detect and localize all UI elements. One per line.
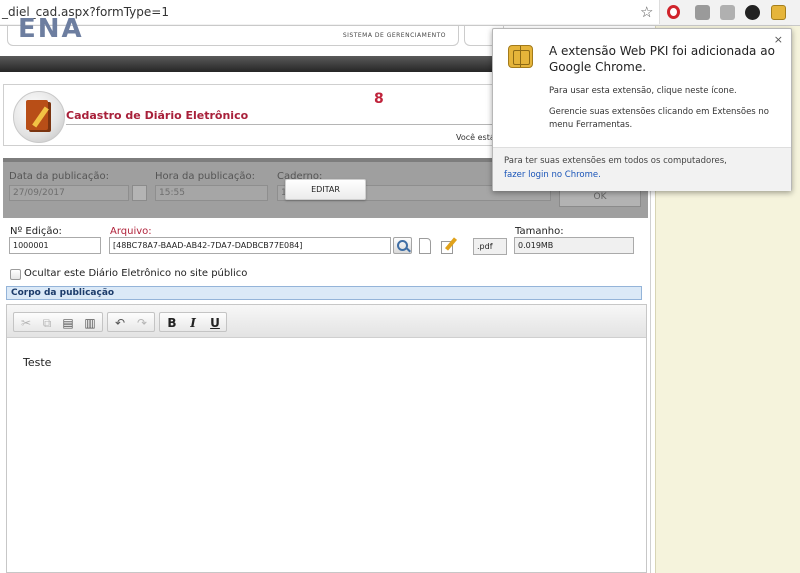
- opera-icon[interactable]: [667, 5, 680, 19]
- popup-footer: Para ter suas extensões em todos os comp…: [493, 147, 791, 191]
- editor-content[interactable]: Teste: [23, 356, 51, 369]
- edition-number-badge: 8: [374, 91, 384, 107]
- corpo-publicacao-header: Corpo da publicação: [6, 286, 642, 300]
- data-publicacao-field: 27/09/2017: [9, 185, 129, 201]
- ocultar-label[interactable]: Ocultar este Diário Eletrônico no site p…: [24, 268, 247, 279]
- edicao-field[interactable]: 1000001: [9, 237, 101, 254]
- tamanho-field: 0.019MB: [514, 237, 634, 254]
- address-bar[interactable]: _diel_cad.aspx?formType=1: [0, 0, 660, 24]
- popup-footer-text: Para ter suas extensões em todos os comp…: [504, 156, 727, 166]
- hora-publicacao-label: Hora da publicação:: [155, 171, 256, 182]
- format-group: B I U: [159, 312, 227, 332]
- star-icon[interactable]: ☆: [640, 3, 653, 21]
- extension-field: .pdf: [473, 238, 507, 255]
- editar-button[interactable]: EDITAR: [285, 179, 366, 200]
- underline-button[interactable]: U: [206, 315, 224, 331]
- browser-toolbar: _diel_cad.aspx?formType=1 ☆: [0, 0, 800, 26]
- undo-group: ↶ ↷: [107, 312, 155, 332]
- editor-toolbar: ✂ ⧉ ▤ ▥ ↶ ↷ B I U: [7, 305, 646, 338]
- arquivo-label: Arquivo:: [110, 226, 152, 237]
- system-label: SISTEMA DE GERENCIAMENTO: [342, 32, 446, 39]
- page-title: Cadastro de Diário Eletrônico: [66, 109, 249, 122]
- copy-icon[interactable]: ⧉: [38, 315, 56, 331]
- calendar-icon: [132, 185, 147, 201]
- logo-text: ENA: [18, 14, 84, 44]
- paste-icon[interactable]: ▤: [59, 315, 77, 331]
- arquivo-field[interactable]: [48BC78A7-BAAD-AB42-7DA7-DADBCB77E084]: [109, 237, 391, 254]
- undo-icon[interactable]: ↶: [111, 315, 129, 331]
- smartcard-chip-icon: [508, 45, 533, 68]
- data-publicacao-label: Data da publicação:: [9, 171, 110, 182]
- redo-icon[interactable]: ↷: [133, 315, 151, 331]
- italic-button[interactable]: I: [184, 315, 202, 331]
- search-file-button[interactable]: [393, 237, 412, 254]
- rich-text-editor[interactable]: ✂ ⧉ ▤ ▥ ↶ ↷ B I U Teste: [6, 304, 647, 573]
- popup-manage-text: Gerencie suas extensões clicando em Exte…: [549, 107, 770, 130]
- user-info: Você está: [456, 133, 495, 142]
- popup-usage-text: Para usar esta extensão, clique neste íc…: [549, 86, 737, 96]
- bold-button[interactable]: B: [163, 315, 181, 331]
- book-icon: [13, 91, 65, 143]
- content-border: [650, 146, 651, 573]
- clipboard-group: ✂ ⧉ ▤ ▥: [13, 312, 103, 332]
- document-icon[interactable]: [419, 238, 431, 254]
- popup-title: A extensão Web PKI foi adicionada ao Goo…: [549, 44, 775, 74]
- edit-document-icon[interactable]: [440, 237, 458, 254]
- cut-icon[interactable]: ✂: [17, 315, 35, 331]
- extension-added-popup: × A extensão Web PKI foi adicionada ao G…: [492, 28, 792, 191]
- edicao-label: Nº Edição:: [10, 226, 62, 237]
- hora-publicacao-field: 15:55: [155, 185, 268, 201]
- system-tab: ENA SISTEMA DE GERENCIAMENTO: [7, 14, 459, 46]
- tamanho-label: Tamanho:: [515, 226, 564, 237]
- dark-circle-icon[interactable]: [745, 5, 760, 20]
- paste-text-icon[interactable]: ▥: [81, 315, 99, 331]
- smartcard-chip-icon[interactable]: [771, 5, 786, 20]
- acrobat-icon[interactable]: [720, 5, 735, 20]
- extension-icon[interactable]: [695, 5, 710, 20]
- chrome-login-link[interactable]: fazer login no Chrome.: [504, 170, 601, 180]
- ocultar-checkbox[interactable]: [10, 269, 21, 280]
